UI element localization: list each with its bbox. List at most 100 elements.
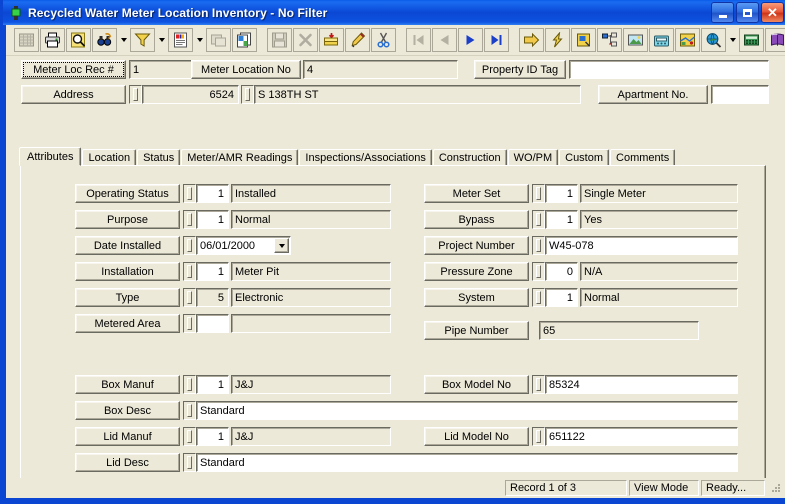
- metered-area-spinner[interactable]: [183, 314, 196, 333]
- maximize-button[interactable]: [736, 2, 759, 23]
- tab-location[interactable]: Location: [82, 149, 137, 166]
- next-record-icon[interactable]: [458, 28, 483, 52]
- close-button[interactable]: ✕: [761, 2, 784, 23]
- project-number-button[interactable]: Project Number: [424, 236, 529, 255]
- pressure-zone-button[interactable]: Pressure Zone: [424, 262, 529, 281]
- box-desc-field[interactable]: Standard: [196, 401, 738, 420]
- meter-set-button[interactable]: Meter Set: [424, 184, 529, 203]
- last-record-icon[interactable]: [484, 28, 509, 52]
- system-spinner[interactable]: [532, 288, 545, 307]
- filter-icon[interactable]: [130, 28, 155, 52]
- system-button[interactable]: System: [424, 288, 529, 307]
- resize-grip[interactable]: [769, 482, 782, 495]
- date-dropdown-button[interactable]: [274, 238, 289, 253]
- notes-icon[interactable]: [571, 28, 596, 52]
- print-icon[interactable]: [40, 28, 65, 52]
- metered-area-button[interactable]: Metered Area: [75, 314, 180, 333]
- pressure-zone-spinner[interactable]: [532, 262, 545, 281]
- installation-button[interactable]: Installation: [75, 262, 180, 281]
- installation-code[interactable]: 1: [196, 262, 229, 281]
- tab-comments[interactable]: Comments: [610, 149, 676, 166]
- meter-location-no-field[interactable]: 4: [303, 60, 458, 79]
- apartment-no-field[interactable]: [711, 85, 769, 104]
- box-model-no-button[interactable]: Box Model No: [424, 375, 529, 394]
- bypass-button[interactable]: Bypass: [424, 210, 529, 229]
- date-installed-field[interactable]: 06/01/2000: [196, 236, 291, 255]
- lid-desc-spinner[interactable]: [183, 453, 196, 472]
- type-button[interactable]: Type: [75, 288, 180, 307]
- gis-dropdown-arrow[interactable]: [727, 28, 738, 52]
- lid-model-no-field[interactable]: 651122: [545, 427, 738, 446]
- address-number-field[interactable]: 6524: [142, 85, 239, 104]
- date-installed-spinner[interactable]: [183, 236, 196, 255]
- purpose-code[interactable]: 1: [196, 210, 229, 229]
- box-desc-spinner[interactable]: [183, 401, 196, 420]
- export-icon[interactable]: [206, 28, 231, 52]
- help-book-icon[interactable]: [765, 28, 785, 52]
- box-model-no-spinner[interactable]: [532, 375, 545, 394]
- bypass-spinner[interactable]: [532, 210, 545, 229]
- property-id-tag-button[interactable]: Property ID Tag: [474, 60, 566, 79]
- report-dropdown-arrow[interactable]: [194, 28, 205, 52]
- box-model-no-field[interactable]: 85324: [545, 375, 738, 394]
- address-street-field[interactable]: S 138TH ST: [254, 85, 581, 104]
- purpose-button[interactable]: Purpose: [75, 210, 180, 229]
- grid-view-icon[interactable]: [14, 28, 39, 52]
- operating-status-button[interactable]: Operating Status: [75, 184, 180, 203]
- edit-icon[interactable]: [345, 28, 370, 52]
- apartment-no-button[interactable]: Apartment No.: [598, 85, 708, 104]
- lid-desc-field[interactable]: Standard: [196, 453, 738, 472]
- find-icon[interactable]: [92, 28, 117, 52]
- filter-dropdown-arrow[interactable]: [156, 28, 167, 52]
- meter-set-code[interactable]: 1: [545, 184, 578, 203]
- address-street-spinner[interactable]: [241, 85, 254, 104]
- tab-meter-amr-readings[interactable]: Meter/AMR Readings: [181, 149, 299, 166]
- bypass-code[interactable]: 1: [545, 210, 578, 229]
- map-icon[interactable]: [675, 28, 700, 52]
- property-id-tag-field[interactable]: [569, 60, 769, 79]
- tab-custom[interactable]: Custom: [559, 149, 610, 166]
- meter-loc-rec-button[interactable]: Meter Loc Rec #: [21, 60, 126, 79]
- calculator-icon[interactable]: [739, 28, 764, 52]
- lid-model-no-spinner[interactable]: [532, 427, 545, 446]
- address-number-spinner[interactable]: [129, 85, 142, 104]
- pressure-zone-code[interactable]: 0: [545, 262, 578, 281]
- goto-icon[interactable]: [519, 28, 544, 52]
- lid-model-no-button[interactable]: Lid Model No: [424, 427, 529, 446]
- tab-wo-pm[interactable]: WO/PM: [507, 149, 559, 166]
- tab-attributes[interactable]: Attributes: [19, 147, 82, 166]
- pipe-number-button[interactable]: Pipe Number: [424, 321, 529, 340]
- title-bar[interactable]: Recycled Water Meter Location Inventory …: [3, 0, 785, 25]
- box-manuf-code[interactable]: 1: [196, 375, 229, 394]
- meter-set-spinner[interactable]: [532, 184, 545, 203]
- operating-status-spinner[interactable]: [183, 184, 196, 203]
- meter-location-no-button[interactable]: Meter Location No: [191, 60, 301, 79]
- lid-manuf-spinner[interactable]: [183, 427, 196, 446]
- quick-action-icon[interactable]: [545, 28, 570, 52]
- system-code[interactable]: 1: [545, 288, 578, 307]
- box-manuf-spinner[interactable]: [183, 375, 196, 394]
- image-icon[interactable]: [623, 28, 648, 52]
- date-installed-button[interactable]: Date Installed: [75, 236, 180, 255]
- copy-records-icon[interactable]: [232, 28, 257, 52]
- type-spinner[interactable]: [183, 288, 196, 307]
- gis-icon[interactable]: [701, 28, 726, 52]
- lid-manuf-code[interactable]: 1: [196, 427, 229, 446]
- tab-status[interactable]: Status: [137, 149, 181, 166]
- save-icon[interactable]: [267, 28, 292, 52]
- purpose-spinner[interactable]: [183, 210, 196, 229]
- address-button[interactable]: Address: [21, 85, 126, 104]
- tab-construction[interactable]: Construction: [432, 149, 507, 166]
- installation-spinner[interactable]: [183, 262, 196, 281]
- box-desc-button[interactable]: Box Desc: [75, 401, 180, 420]
- lid-manuf-button[interactable]: Lid Manuf: [75, 427, 180, 446]
- cut-icon[interactable]: [371, 28, 396, 52]
- metered-area-code[interactable]: [196, 314, 229, 333]
- minimize-button[interactable]: [711, 2, 734, 23]
- previous-record-icon[interactable]: [432, 28, 457, 52]
- delete-icon[interactable]: [293, 28, 318, 52]
- project-number-field[interactable]: W45-078: [545, 236, 738, 255]
- report-icon[interactable]: [168, 28, 193, 52]
- new-record-icon[interactable]: [319, 28, 344, 52]
- box-manuf-button[interactable]: Box Manuf: [75, 375, 180, 394]
